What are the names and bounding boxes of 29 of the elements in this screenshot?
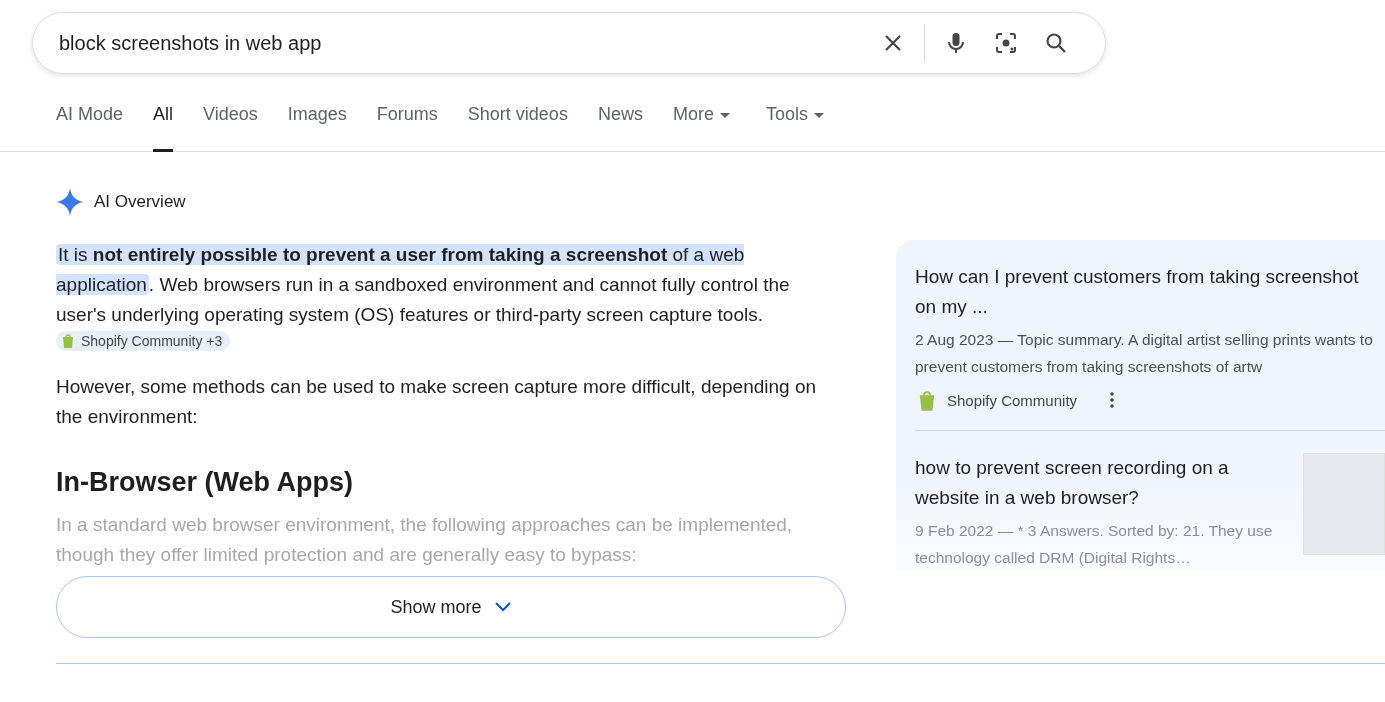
nav-tab[interactable]: Short videos [467,100,568,151]
camera-icon[interactable] [994,31,1018,55]
nav-tab[interactable]: Videos [203,100,258,151]
source-title[interactable]: How can I prevent customers from taking screenshot on my ... [915,262,1365,322]
section-heading: In-Browser (Web Apps) [56,466,354,499]
nav-tab[interactable]: Images [287,100,347,151]
source-result[interactable]: How can I prevent customers from taking screenshot on my ... 2 Aug 2023 — Topic summary. A digital artist selling prints wants to prevent customers from taking screenshots of artw Shopify Community [915,262,1385,431]
nav-tab[interactable]: All [153,100,174,152]
shopping-bag-icon [60,333,76,349]
source-snippet: 9 Feb 2022 — * 3 Answers. Sorted by: 21. They use technology called DRM (Digital Rights… [915,521,1274,568]
nav-tab[interactable]: Tools [765,100,824,151]
source-result[interactable]: how to prevent screen recording on a website in a web browser? 9 Feb 2022 — * 3 Answers. Sorted by: 21. They use technology called DRM (Digital Rights… [915,453,1385,571]
nav-tab[interactable]: More [672,100,730,151]
nav-tab[interactable]: News [597,100,643,151]
sparkle-icon [56,188,84,216]
source-title[interactable]: how to prevent screen recording on a website in a web browser? [915,453,1295,513]
nav-tab[interactable]: AI Mode [56,100,124,151]
chevron-down-icon [493,601,512,613]
search-field[interactable]: block screenshots in web app [57,30,868,56]
nav-tab[interactable]: Forums [376,100,438,151]
show-more-button[interactable]: Show more [56,576,846,638]
source-snippet: 2 Aug 2023 — Topic summary. A digital artist selling prints wants to prevent customers from taking screenshots of artw [915,330,1374,377]
overview-title: AI Overview [94,192,186,212]
overview-paragraph: It is not entirely possible to prevent a user from taking a screenshot of a web application. Web browsers run in a sandboxed environment and cannot fully control the user's underlying operating system (OS) features or third-party screen capture tools. Shopify Community +3 [56,243,791,353]
site-name: Shopify Community [947,391,1078,409]
source-chip[interactable]: Shopify Community +3 [56,331,231,351]
overview-paragraph: However, some methods can be used to make screen capture more difficult, depending on the environment: [56,375,818,429]
search-icon[interactable] [1044,31,1068,55]
faded-paragraph: In a standard web browser environment, the following approaches can be implemented, though they offer limited protection and are generally easy to bypass: [56,513,794,567]
